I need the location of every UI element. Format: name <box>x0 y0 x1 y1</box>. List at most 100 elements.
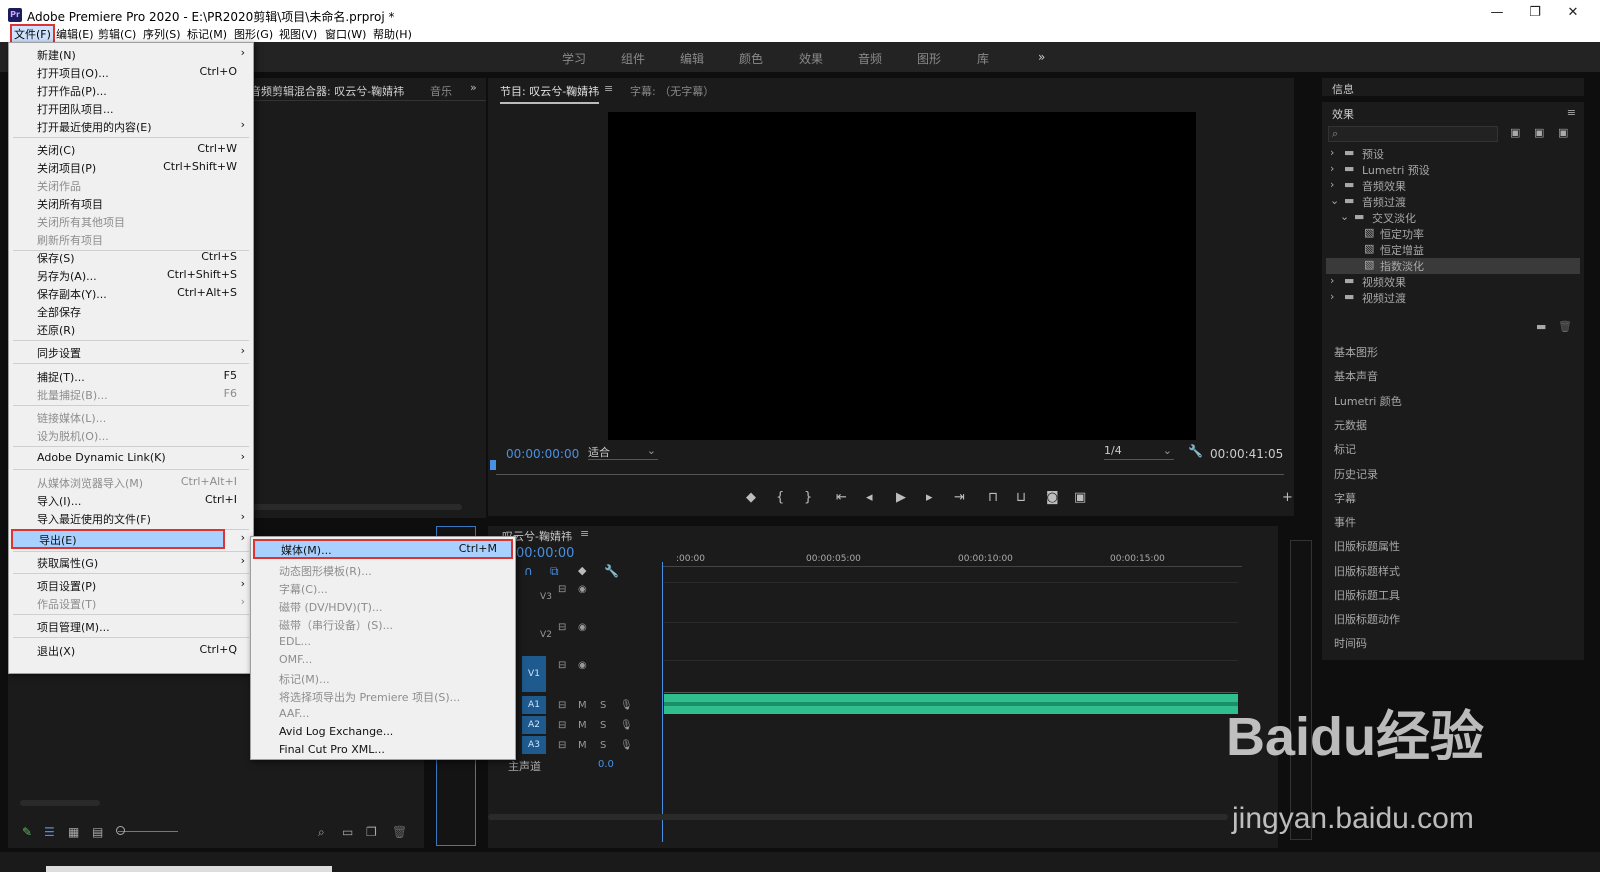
pencil-icon[interactable]: ✎ <box>22 825 32 839</box>
toggle-sync-lock-icon[interactable]: ⊟ <box>558 622 566 633</box>
snap-icon[interactable]: ∩ <box>524 564 533 578</box>
tree-item-crossfade[interactable]: ⌄ ▬ 交叉淡化 <box>1326 210 1580 226</box>
restore-button[interactable]: ❐ <box>1518 5 1552 23</box>
menu-marker[interactable]: 标记(M) <box>187 26 227 42</box>
add-button-icon[interactable]: + <box>1282 490 1293 505</box>
list-view-icon[interactable]: ☰ <box>44 825 55 839</box>
panel-legacy-title-tools[interactable]: 旧版标题工具 <box>1334 587 1400 603</box>
play-icon[interactable]: ▶ <box>896 490 906 505</box>
freeform-view-icon[interactable]: ▤ <box>92 825 103 839</box>
file-menu-item[interactable]: 导入(I)... Ctrl+I <box>9 491 253 509</box>
toggle-sync-lock-icon[interactable]: ⊟ <box>558 740 566 751</box>
tab-audio-mixer[interactable]: 音频剪辑混合器: 叹云兮-鞠婧祎 <box>250 83 404 99</box>
resolution-dropdown[interactable]: 1/4 ⌄ <box>1104 444 1174 460</box>
effects-search-input[interactable]: ⌕ <box>1328 126 1498 142</box>
export-media-item[interactable]: 媒体(M)... Ctrl+M <box>253 539 513 559</box>
export-menu-item[interactable]: Final Cut Pro XML... <box>251 741 515 759</box>
workspace-libraries[interactable]: 库 <box>977 50 989 67</box>
extract-icon[interactable]: ⊔ <box>1016 490 1026 505</box>
file-menu-item[interactable]: 批量捕捉(B)... F6 <box>9 385 253 403</box>
workspace-editing[interactable]: 编辑 <box>680 50 704 67</box>
go-to-out-icon[interactable]: ⇥ <box>954 490 965 505</box>
workspace-overflow-icon[interactable]: » <box>1038 50 1045 64</box>
eye-icon[interactable]: ◉ <box>578 622 587 633</box>
file-menu-item[interactable]: 保存副本(Y)... Ctrl+Alt+S <box>9 284 253 302</box>
panel-legacy-title-actions[interactable]: 旧版标题动作 <box>1334 611 1400 627</box>
file-menu-item[interactable]: 链接媒体(L)... <box>9 408 253 426</box>
workspace-color[interactable]: 颜色 <box>739 50 763 67</box>
mute-button[interactable]: M <box>578 740 587 751</box>
track-v2[interactable]: V2 <box>534 626 558 644</box>
mute-button[interactable]: M <box>578 700 587 711</box>
workspace-learn[interactable]: 学习 <box>562 50 586 67</box>
step-back-icon[interactable]: ◂ <box>866 490 873 505</box>
playhead-line[interactable] <box>662 562 663 842</box>
workspace-assembly[interactable]: 组件 <box>621 50 645 67</box>
export-menu-item[interactable]: 动态图形模板(R)... <box>251 561 515 579</box>
file-menu-item[interactable]: 从媒体浏览器导入(M) Ctrl+Alt+I <box>9 473 253 491</box>
go-to-in-icon[interactable]: ⇤ <box>836 490 847 505</box>
project-scrollbar[interactable] <box>20 800 100 806</box>
file-menu-item[interactable]: 导入最近使用的文件(F) › <box>9 509 253 527</box>
horizontal-scrollbar[interactable] <box>252 504 462 510</box>
file-menu-item[interactable]: 还原(R) <box>9 320 253 338</box>
file-menu-item[interactable]: 打开项目(O)... Ctrl+O <box>9 63 253 81</box>
info-panel-title[interactable]: 信息 <box>1332 81 1354 97</box>
export-menu-item[interactable]: 字幕(C)... <box>251 579 515 597</box>
current-timecode[interactable]: 00:00:00:00 <box>506 447 579 461</box>
tree-item-constant-power[interactable]: ▧ 恒定功率 <box>1326 226 1580 242</box>
tree-item-constant-gain[interactable]: ▧ 恒定增益 <box>1326 242 1580 258</box>
menu-sequence[interactable]: 序列(S) <box>143 26 181 42</box>
minimize-button[interactable]: — <box>1480 5 1514 23</box>
file-menu-item[interactable]: 获取属性(G) › <box>9 553 253 571</box>
export-menu-item[interactable]: 标记(M)... <box>251 669 515 687</box>
export-menu-item[interactable]: 磁带 (DV/HDV)(T)... <box>251 597 515 615</box>
file-menu-item[interactable]: 关闭项目(P) Ctrl+Shift+W <box>9 158 253 176</box>
wrench-icon[interactable]: 🔧 <box>604 564 619 578</box>
solo-button[interactable]: S <box>600 720 606 731</box>
32bit-effects-icon[interactable]: ▣ <box>1534 126 1544 139</box>
tab-program[interactable]: 节目: 叹云兮-鞠婧祎 <box>500 83 600 104</box>
panel-metadata[interactable]: 元数据 <box>1334 417 1367 433</box>
panel-legacy-title-properties[interactable]: 旧版标题属性 <box>1334 538 1400 554</box>
file-menu-item[interactable]: 关闭(C) Ctrl+W <box>9 140 253 158</box>
file-menu-item[interactable]: 打开作品(P)... <box>9 81 253 99</box>
file-menu-item[interactable]: 新建(N) › <box>9 45 253 63</box>
file-menu-item[interactable]: Adobe Dynamic Link(K) › <box>9 449 253 467</box>
tree-item-presets[interactable]: › ▬ 预设 <box>1326 146 1580 162</box>
panel-events[interactable]: 事件 <box>1334 514 1356 530</box>
close-button[interactable]: ✕ <box>1556 5 1590 23</box>
panel-captions[interactable]: 字幕 <box>1334 490 1356 506</box>
microphone-icon[interactable]: 🎙 <box>620 700 633 711</box>
panel-menu-icon[interactable]: ≡ <box>604 82 613 95</box>
export-menu-item[interactable]: OMF... <box>251 651 515 669</box>
trash-icon[interactable]: 🗑 <box>392 825 407 839</box>
track-a2[interactable]: A2 <box>522 716 546 734</box>
file-menu-item[interactable]: 打开最近使用的内容(E) › <box>9 117 253 135</box>
file-menu-item[interactable]: 同步设置 › <box>9 343 253 361</box>
menu-clip[interactable]: 剪辑(C) <box>98 26 136 42</box>
toggle-sync-lock-icon[interactable]: ⊟ <box>558 584 566 595</box>
solo-button[interactable]: S <box>600 700 606 711</box>
find-icon[interactable]: ⌕ <box>318 825 325 840</box>
panel-essential-sound[interactable]: 基本声音 <box>1334 368 1378 384</box>
workspace-effects[interactable]: 效果 <box>799 50 823 67</box>
track-a3[interactable]: A3 <box>522 736 546 754</box>
panel-history[interactable]: 历史记录 <box>1334 466 1378 482</box>
mark-in-icon[interactable]: { <box>776 490 784 505</box>
timeline-horizontal-scrollbar[interactable] <box>488 814 1228 820</box>
microphone-icon[interactable]: 🎙 <box>620 740 633 751</box>
solo-button[interactable]: S <box>600 740 606 751</box>
zoom-slider-handle[interactable] <box>116 826 125 835</box>
file-menu-item[interactable]: 项目设置(P) › <box>9 576 253 594</box>
add-marker-icon[interactable]: ◆ <box>578 564 586 577</box>
compare-icon[interactable]: ▣ <box>1074 490 1086 505</box>
audio-clip-a1[interactable] <box>664 694 1238 714</box>
lift-icon[interactable]: ⊓ <box>988 490 998 505</box>
toggle-sync-lock-icon[interactable]: ⊟ <box>558 700 566 711</box>
panel-menu-icon[interactable]: ≡ <box>1567 106 1576 119</box>
track-v1[interactable]: V1 <box>522 656 546 692</box>
master-volume-value[interactable]: 0.0 <box>598 759 614 770</box>
effects-panel-title[interactable]: 效果 <box>1332 106 1354 122</box>
tree-item-audio-effects[interactable]: › ▬ 音频效果 <box>1326 178 1580 194</box>
